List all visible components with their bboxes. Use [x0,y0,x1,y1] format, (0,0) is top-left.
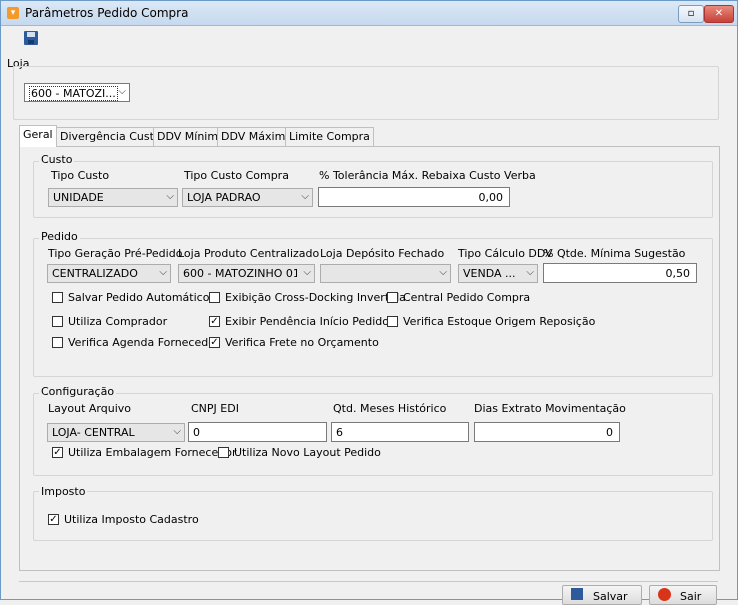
cnpj-edi-label: CNPJ EDI [191,402,239,415]
layout-arquivo-select[interactable]: LOJA- CENTRAL ⌵ [47,423,185,442]
layout-arquivo-value: LOJA- CENTRAL [52,426,135,439]
chevron-down-icon: ⌵ [303,267,311,278]
tab-geral[interactable]: Geral [19,125,57,147]
tipo-custo-compra-select[interactable]: LOJA PADRAO ⌵ [182,188,313,207]
tipo-geracao-value: CENTRALIZADO [52,267,138,280]
qtd-meses-label: Qtd. Meses Histórico [333,402,447,415]
chevron-down-icon: ⌵ [173,426,181,437]
cnpj-edi-value: 0 [193,426,200,439]
dias-extrato-value: 0 [606,426,613,439]
tipo-calculo-select[interactable]: VENDA ... ⌵ [458,264,538,283]
tipo-geracao-select[interactable]: CENTRALIZADO ⌵ [47,264,171,283]
checkbox-box [52,337,63,348]
tipo-custo-select[interactable]: UNIDADE ⌵ [48,188,178,207]
checkbox-box [387,292,398,303]
loja-produto-select[interactable]: 600 - MATOZINHO 01 ⌵ [178,264,315,283]
loja-deposito-select[interactable]: ⌵ [320,264,451,283]
tipo-custo-compra-label: Tipo Custo Compra [184,169,289,182]
dias-extrato-input[interactable]: 0 [474,422,620,442]
pedido-group-title: Pedido [39,230,80,243]
main-window: ▾ Parâmetros Pedido Compra ▫ ✕ Loja 600 … [0,0,738,605]
layout-arquivo-label: Layout Arquivo [48,402,131,415]
tipo-calculo-label: Tipo Cálculo DDV [458,247,553,260]
chevron-down-icon: ⌵ [118,86,126,97]
tolerancia-input[interactable]: 0,00 [318,187,510,207]
tolerancia-label: % Tolerância Máx. Rebaixa Custo Verba [319,169,536,182]
tipo-custo-value: UNIDADE [53,191,104,204]
restore-button[interactable]: ▫ [678,5,704,23]
tipo-calculo-value: VENDA ... [463,267,516,280]
tolerancia-value: 0,00 [478,191,504,204]
tipo-custo-label: Tipo Custo [51,169,110,182]
cnpj-edi-input[interactable]: 0 [188,422,327,442]
checkbox-check-icon: ✓ [209,316,220,327]
chevron-down-icon: ⌵ [301,191,309,202]
tab-divergencia-custo[interactable]: Divergência Custo [56,127,165,146]
exit-icon [658,588,671,601]
imposto-group-title: Imposto [39,485,88,498]
chevron-down-icon: ⌵ [526,267,534,278]
checkbox-box [52,316,63,327]
save-toolbar-icon[interactable] [24,31,38,45]
qtd-meses-input[interactable]: 6 [331,422,469,442]
sair-button[interactable]: Sair [649,585,717,605]
checkbox-check-icon: ✓ [52,447,63,458]
dias-extrato-label: Dias Extrato Movimentação [474,402,626,415]
qtde-minima-label: % Qtde. Mínima Sugestão [543,247,686,260]
tipo-geracao-label: Tipo Geração Pré-Pedido [48,247,183,260]
title-bar: ▾ Parâmetros Pedido Compra ▫ ✕ [1,1,737,26]
loja-produto-value: 600 - MATOZINHO 01 [183,267,297,280]
checkbox-box [218,447,229,458]
chevron-down-icon: ⌵ [439,267,447,278]
chevron-down-icon: ⌵ [166,191,174,202]
checkbox-box [52,292,63,303]
checkbox-check-icon: ✓ [48,514,59,525]
chevron-down-icon: ⌵ [159,267,167,278]
loja-select-value: 600 - MATOZI... [29,86,118,101]
app-icon: ▾ [7,7,19,19]
checkbox-box [209,292,220,303]
loja-select[interactable]: 600 - MATOZI... ⌵ [24,83,130,102]
qtd-meses-value: 6 [336,426,343,439]
configuracao-group-title: Configuração [39,385,117,398]
qtde-minima-input[interactable]: 0,50 [543,263,697,283]
loja-deposito-label: Loja Depósito Fechado [320,247,445,260]
qtde-minima-value: 0,50 [665,267,691,280]
loja-produto-label: Loja Produto Centralizado [178,247,320,260]
custo-group-title: Custo [39,153,75,166]
floppy-icon [571,588,583,600]
salvar-button[interactable]: Salvar [562,585,642,605]
close-button[interactable]: ✕ [704,5,734,23]
window-title: Parâmetros Pedido Compra [25,6,189,20]
tab-limite-compra[interactable]: Limite Compra [285,127,374,146]
tipo-custo-compra-value: LOJA PADRAO [187,191,261,204]
checkbox-check-icon: ✓ [209,337,220,348]
checkbox-box [387,316,398,327]
